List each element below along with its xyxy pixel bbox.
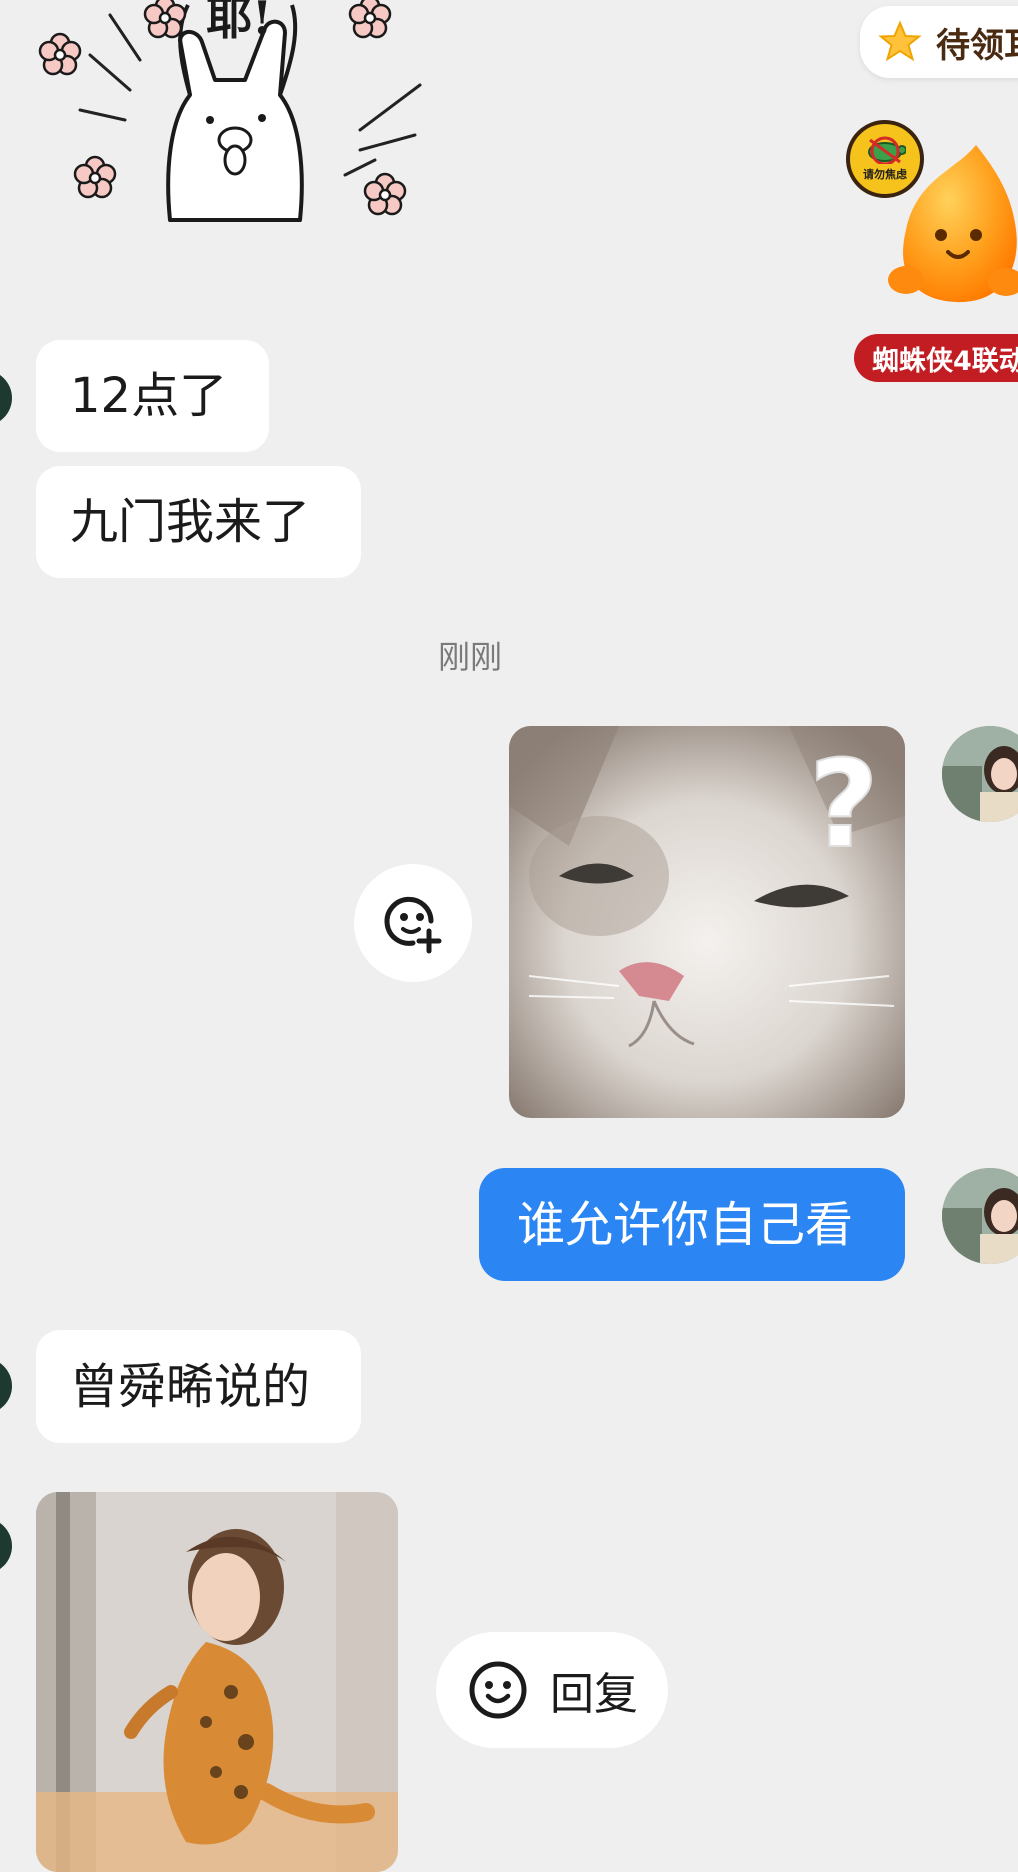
add-reaction-button[interactable]	[354, 864, 472, 982]
emoji-plus-icon	[384, 896, 442, 954]
message-timestamp: 刚刚	[437, 638, 502, 676]
reply-button[interactable]: 回复	[436, 1632, 668, 1748]
message-text: 12点了	[70, 368, 228, 424]
sticker-cheering-cat[interactable]: 耶!	[30, 0, 430, 230]
sender-avatar[interactable]	[0, 1518, 12, 1574]
smile-icon	[469, 1661, 527, 1719]
pending-label: 待领耳	[936, 25, 1018, 66]
pending-rewards-pill[interactable]: 待领耳	[860, 6, 1018, 78]
turtle-icon	[868, 136, 906, 164]
promo-label: 蜘蛛侠4联动	[872, 345, 1018, 377]
received-image-meme[interactable]	[36, 1492, 398, 1872]
my-avatar[interactable]	[942, 1168, 1018, 1264]
badge-text: 请勿焦虑	[863, 168, 907, 181]
svg-text:?: ?	[809, 736, 879, 875]
promo-banner[interactable]: 蜘蛛侠4联动	[854, 334, 1018, 382]
sender-avatar[interactable]	[0, 370, 12, 426]
sender-avatar[interactable]	[0, 1358, 12, 1414]
message-text: 谁允许你自己看	[517, 1196, 854, 1253]
star-icon	[878, 20, 922, 62]
my-avatar[interactable]	[942, 726, 1018, 822]
message-text: 曾舜晞说的	[70, 1358, 311, 1415]
message-bubble-incoming[interactable]: 曾舜晞说的	[36, 1330, 361, 1443]
message-bubble-incoming[interactable]: 九门我来了	[36, 466, 361, 578]
reply-label: 回复	[550, 1669, 638, 1720]
message-text: 九门我来了	[70, 494, 311, 550]
dont-worry-badge[interactable]: 请勿焦虑	[846, 120, 924, 198]
message-bubble-incoming[interactable]: 12点了	[36, 340, 269, 452]
message-bubble-outgoing[interactable]: 谁允许你自己看	[479, 1168, 905, 1281]
sent-image-cat[interactable]: ?	[509, 726, 905, 1118]
sticker-text: 耶!	[206, 0, 273, 45]
